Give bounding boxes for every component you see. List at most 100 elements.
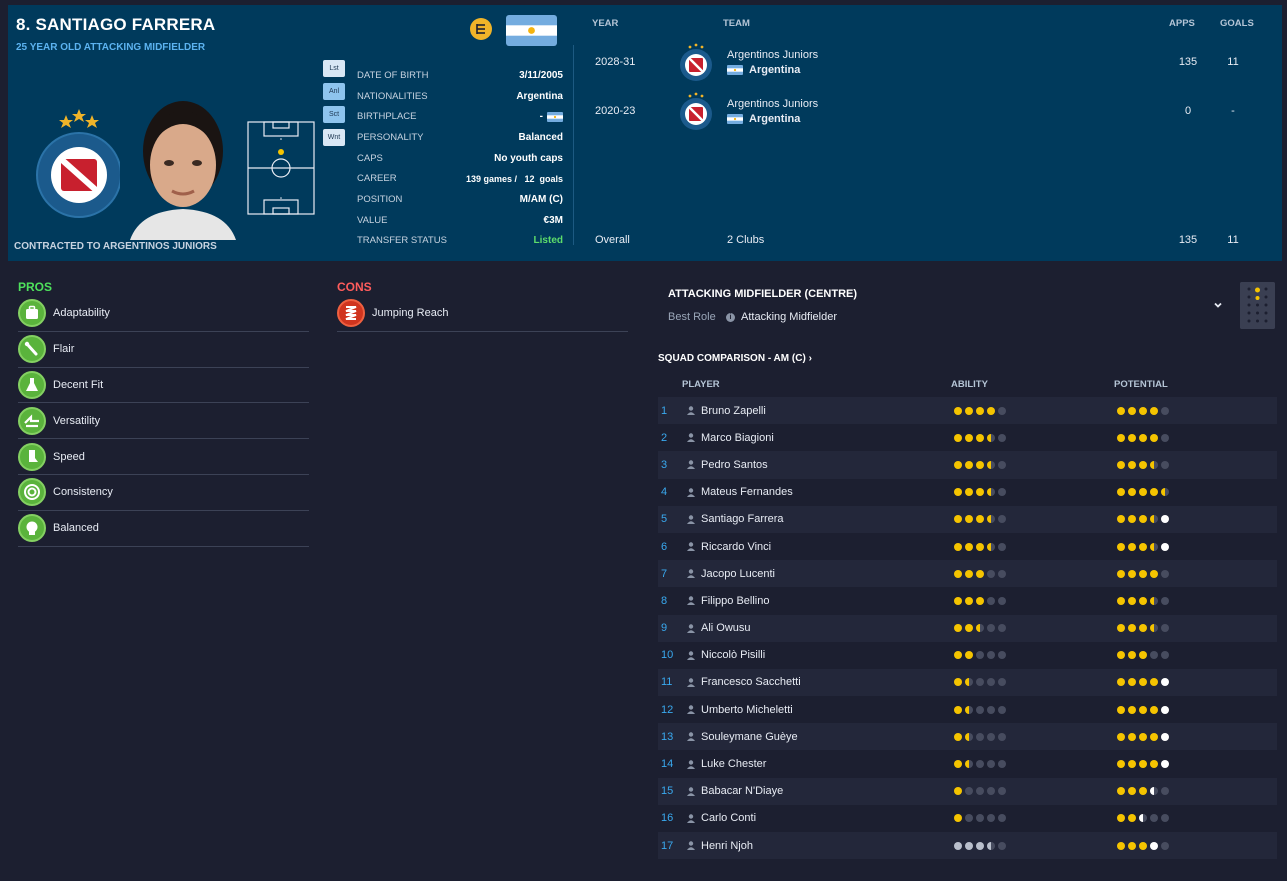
player-name-link[interactable]: Jacopo Lucenti (701, 568, 775, 580)
table-row[interactable]: 13 Souleymane Guèye (658, 723, 1277, 751)
player-name-link[interactable]: Luke Chester (701, 758, 766, 770)
ability-stars (954, 732, 1006, 741)
club-name-link[interactable]: Argentinos Juniors (727, 49, 818, 61)
tab-shortlist[interactable]: Lst (323, 60, 345, 77)
squad-number: 3 (661, 458, 668, 471)
star-icon (1128, 760, 1136, 769)
player-name-link[interactable]: Henri Njoh (701, 840, 753, 852)
pros-item-decent-fit[interactable]: Decent Fit (18, 368, 309, 404)
player-name-link[interactable]: Babacar N'Diaye (701, 785, 783, 797)
development-plan-icon[interactable] (470, 18, 492, 40)
table-row[interactable]: 5 Santiago Farrera (658, 505, 1277, 533)
table-row[interactable]: 16 Carlo Conti (658, 805, 1277, 832)
star-icon (1161, 841, 1169, 850)
table-row[interactable]: 10 Niccolò Pisilli (658, 642, 1277, 669)
tab-analyse[interactable]: Anl (323, 83, 345, 100)
history-total-label: Overall (595, 234, 630, 246)
cons-item-label: Jumping Reach (372, 307, 449, 320)
star-icon (998, 624, 1006, 633)
table-row[interactable]: 6 Riccardo Vinci (658, 533, 1277, 560)
column-header-potential[interactable]: POTENTIAL (1114, 379, 1168, 390)
potential-stars (1117, 678, 1169, 687)
star-icon (987, 515, 995, 524)
star-icon (987, 488, 995, 497)
star-icon (1139, 488, 1147, 497)
club-name-link[interactable]: Argentinos Juniors (727, 98, 818, 110)
player-name-link[interactable]: Santiago Farrera (701, 513, 784, 525)
star-icon (965, 814, 973, 823)
history-row[interactable]: 2028-31 Argentinos Juniors Argentina 135… (583, 41, 1273, 85)
person-icon (687, 569, 695, 579)
person-icon (687, 460, 695, 470)
tab-want[interactable]: Wnt (323, 129, 345, 146)
squad-comparison-link[interactable]: SQUAD COMPARISON - AM (C) › (658, 353, 812, 364)
table-row[interactable]: 15 Babacar N'Diaye (658, 777, 1277, 805)
info-icon[interactable]: i (726, 312, 735, 322)
star-icon (965, 596, 973, 605)
pros-item-label: Versatility (53, 414, 101, 427)
person-icon (687, 732, 695, 742)
star-icon (1150, 542, 1158, 551)
pros-item-adaptability[interactable]: Adaptability (18, 296, 309, 332)
star-icon (954, 760, 962, 769)
column-header-player[interactable]: PLAYER (682, 379, 720, 390)
star-icon (1117, 760, 1125, 769)
history-row[interactable]: 2020-23 Argentinos Juniors Argentina 0 - (583, 90, 1273, 134)
info-row-personality: PERSONALITY Balanced (357, 127, 563, 148)
player-name-link[interactable]: Ali Owusu (701, 622, 751, 634)
table-row[interactable]: 11 Francesco Sacchetti (658, 668, 1277, 697)
cons-item-jumping-reach[interactable]: Jumping Reach (337, 296, 628, 332)
table-row[interactable]: 14 Luke Chester (658, 750, 1277, 777)
info-row-value: VALUE €3M (357, 210, 563, 231)
player-name-link[interactable]: Francesco Sacchetti (701, 676, 801, 688)
star-icon (965, 542, 973, 551)
tab-scout[interactable]: Sct (323, 106, 345, 123)
player-name-link[interactable]: Mateus Fernandes (701, 486, 793, 498)
table-row[interactable]: 4 Mateus Fernandes (658, 479, 1277, 506)
club-badge-icon[interactable] (679, 43, 713, 83)
player-name-link[interactable]: Pedro Santos (701, 459, 768, 471)
info-value[interactable]: Argentina (516, 91, 563, 102)
table-row[interactable]: 9 Ali Owusu (658, 614, 1277, 642)
column-header-ability[interactable]: ABILITY (951, 379, 988, 390)
table-row[interactable]: 3 Pedro Santos (658, 451, 1277, 479)
star-icon (954, 841, 962, 850)
pros-item-consistency[interactable]: Consistency (18, 475, 309, 511)
table-row[interactable]: 17 Henri Njoh (658, 832, 1277, 860)
ability-stars (954, 705, 1006, 714)
player-name-link[interactable]: Filippo Bellino (701, 595, 769, 607)
chevron-down-icon[interactable] (1212, 299, 1224, 311)
person-icon (687, 678, 695, 687)
table-row[interactable]: 2 Marco Biagioni (658, 424, 1277, 451)
pros-item-balanced[interactable]: Balanced (18, 511, 309, 547)
info-value: M/AM (C) (519, 193, 563, 205)
info-row-position: POSITION M/AM (C) (357, 189, 563, 210)
info-label: CAREER (357, 173, 397, 185)
table-row[interactable]: 7 Jacopo Lucenti (658, 560, 1277, 588)
table-row[interactable]: 12 Umberto Micheletti (658, 696, 1277, 723)
pros-item-flair[interactable]: Flair (18, 332, 309, 368)
player-name-link[interactable]: Riccardo Vinci (701, 541, 771, 553)
player-name-link[interactable]: Souleymane Guèye (701, 731, 798, 743)
star-icon (1139, 542, 1147, 551)
pros-item-label: Decent Fit (53, 378, 104, 391)
player-name-link[interactable]: Marco Biagioni (701, 432, 774, 444)
person-icon (687, 787, 695, 796)
role-position-pitch-icon (1240, 282, 1275, 329)
club-badge-icon[interactable] (679, 92, 713, 132)
star-icon (1150, 814, 1158, 823)
table-row[interactable]: 1 Bruno Zapelli (658, 397, 1277, 425)
potential-stars (1117, 787, 1169, 796)
pros-item-versatility[interactable]: Versatility (18, 403, 309, 440)
star-icon (998, 488, 1006, 497)
potential-stars (1117, 760, 1169, 769)
player-name-link[interactable]: Umberto Micheletti (701, 704, 793, 716)
player-name-link[interactable]: Carlo Conti (701, 812, 756, 824)
star-icon (976, 624, 984, 633)
table-row[interactable]: 8 Filippo Bellino (658, 587, 1277, 614)
star-icon (1161, 460, 1169, 469)
best-role-label: Best Role (668, 311, 716, 323)
player-name-link[interactable]: Bruno Zapelli (701, 405, 766, 417)
pros-item-speed[interactable]: Speed (18, 439, 309, 475)
player-name-link[interactable]: Niccolò Pisilli (701, 649, 765, 661)
